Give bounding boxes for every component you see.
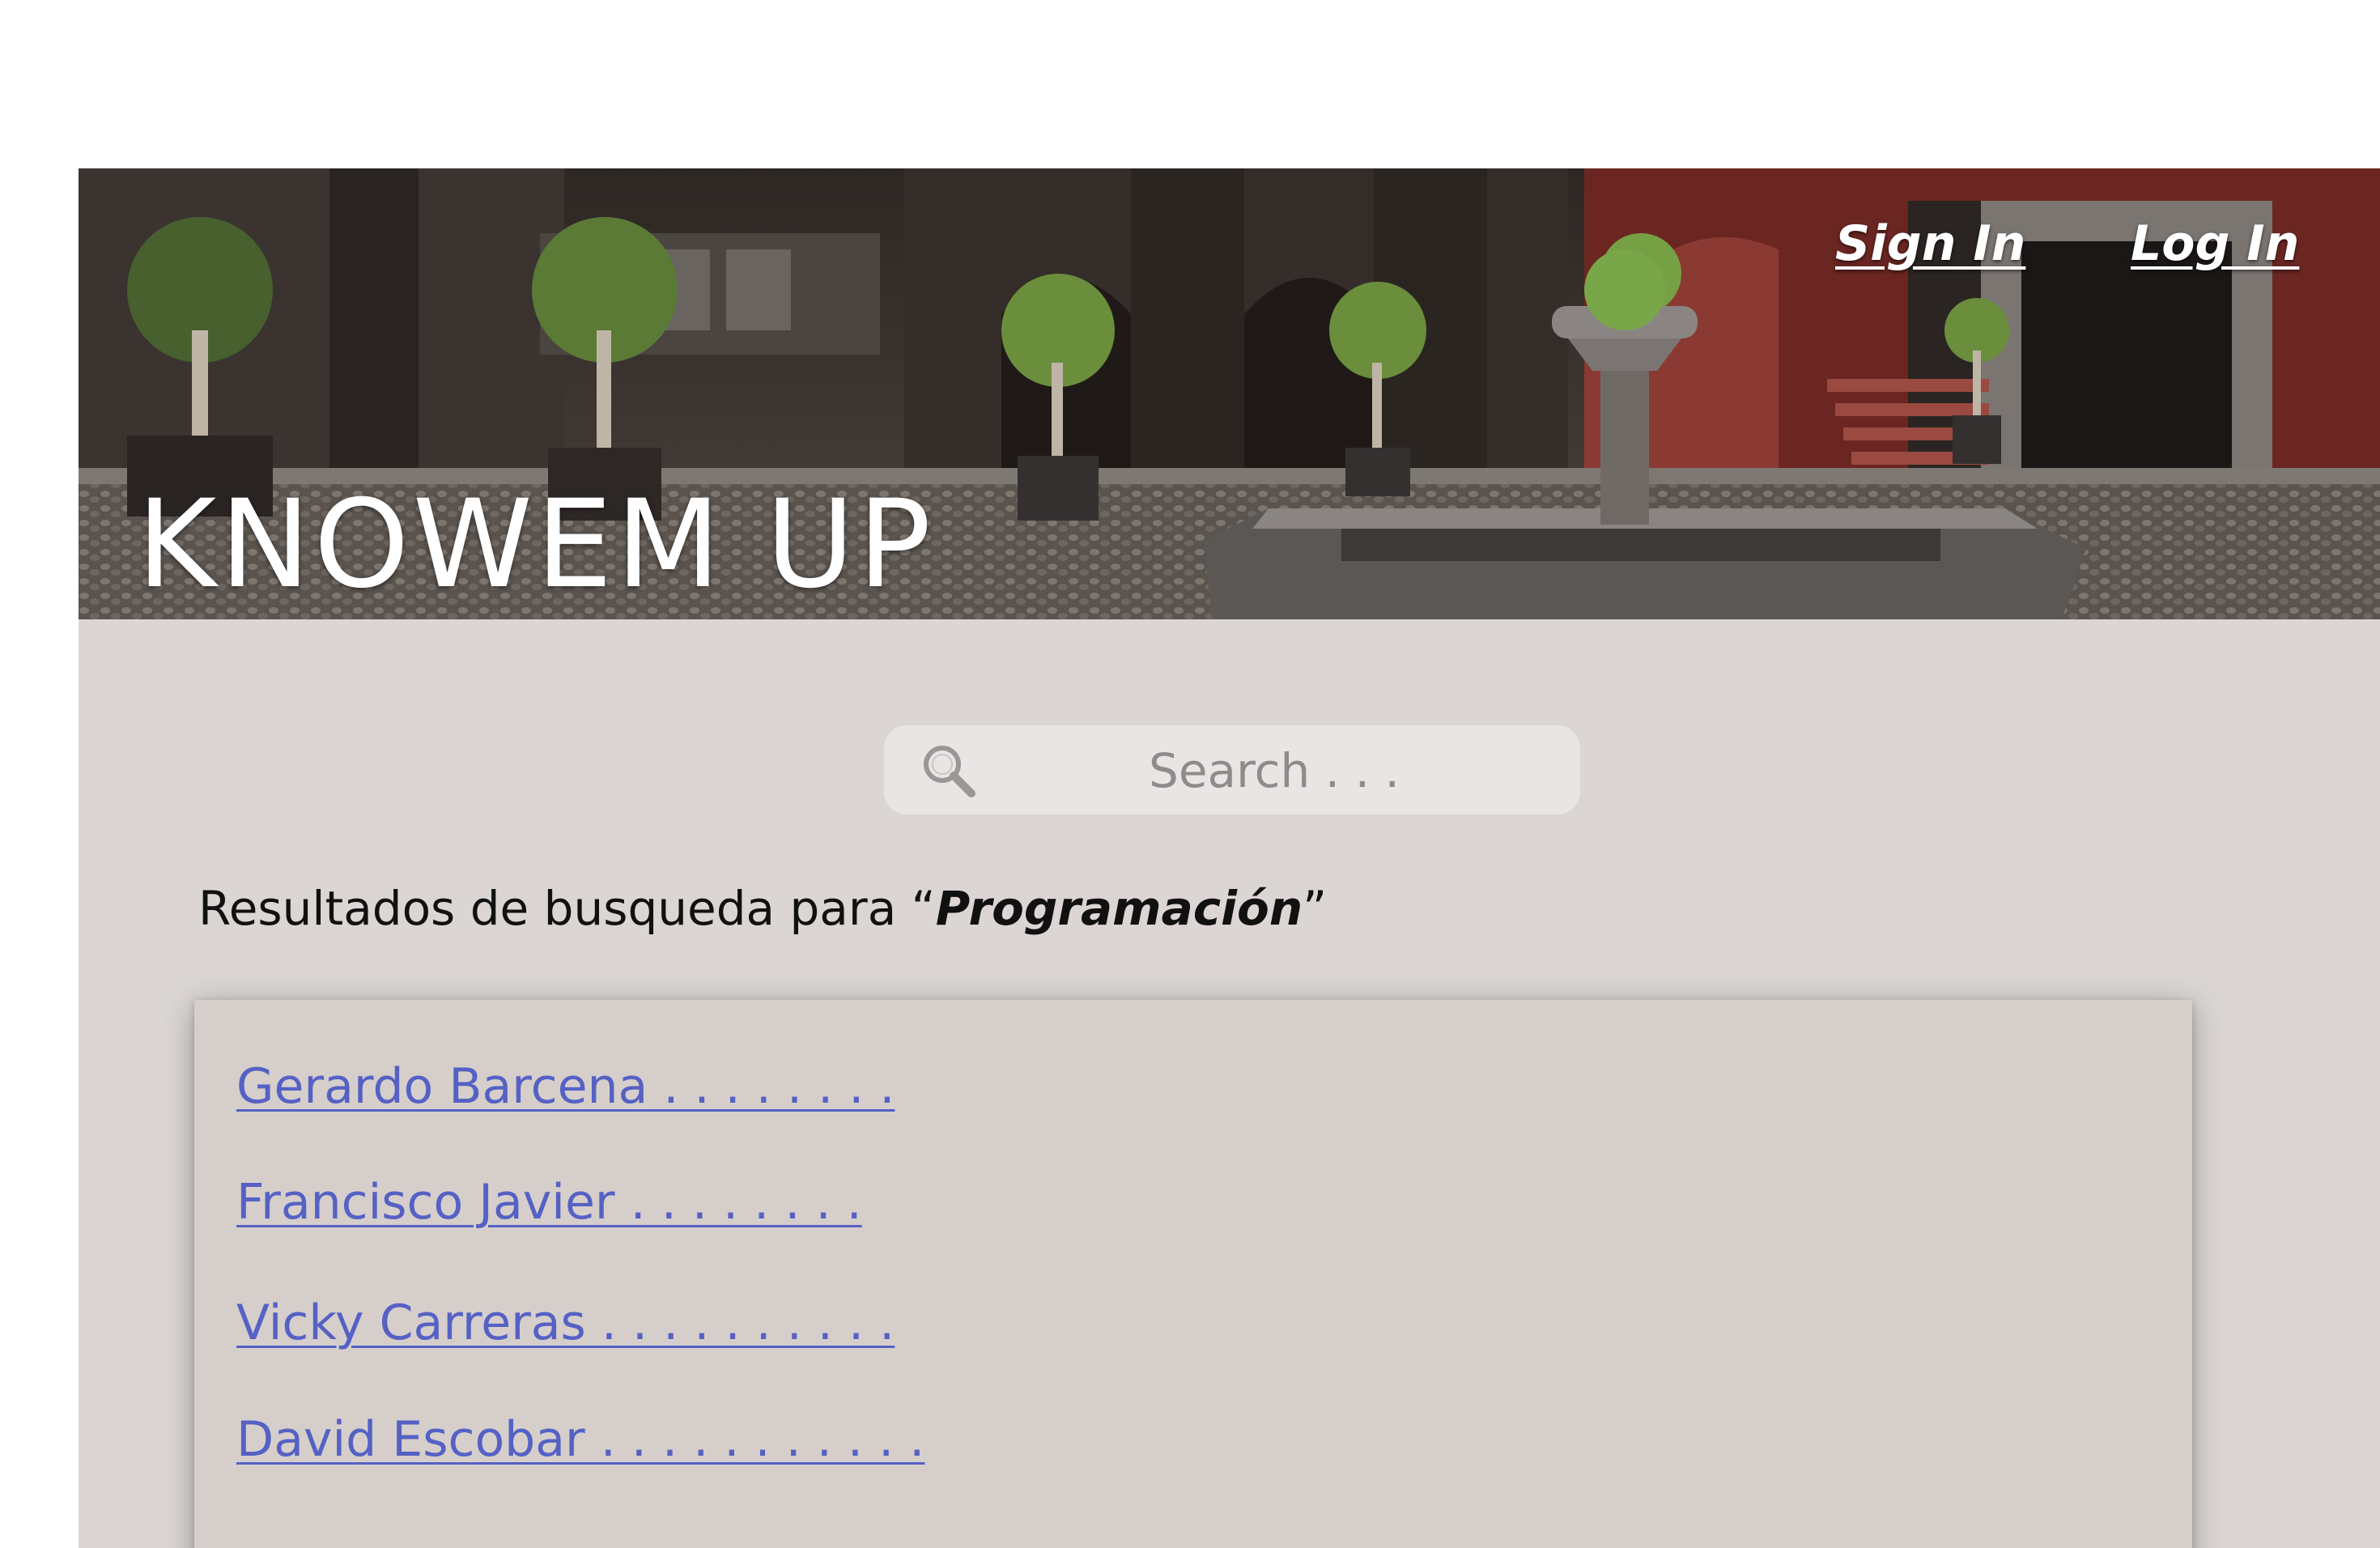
result-link-francisco-javier[interactable]: Francisco Javier . . . . . . . . bbox=[236, 1174, 862, 1231]
list-item: David Escobar . . . . . . . . . . . bbox=[236, 1411, 924, 1468]
list-item: Gerardo Barcena . . . . . . . . bbox=[236, 1058, 895, 1115]
site-title: KNOWEM UP bbox=[137, 474, 935, 615]
page: KNOWEM UP Sign In Log In Resultados de b… bbox=[0, 0, 2380, 1548]
result-link-gerardo-barcena[interactable]: Gerardo Barcena . . . . . . . . bbox=[236, 1058, 895, 1115]
results-panel: Gerardo Barcena . . . . . . . . Francisc… bbox=[194, 1000, 2192, 1548]
search-icon[interactable] bbox=[918, 740, 980, 802]
log-in-link[interactable]: Log In bbox=[2131, 215, 2299, 272]
list-item: Francisco Javier . . . . . . . . bbox=[236, 1174, 862, 1231]
search-query: Programación bbox=[935, 881, 1303, 936]
results-heading: Resultados de busqueda para “Programació… bbox=[198, 881, 1327, 936]
results-heading-prefix: Resultados de busqueda para “ bbox=[198, 881, 936, 936]
sign-in-link[interactable]: Sign In bbox=[1835, 215, 2025, 272]
content-area: KNOWEM UP Sign In Log In Resultados de b… bbox=[79, 168, 2380, 1548]
search-box[interactable] bbox=[884, 725, 1580, 816]
list-item: Vicky Carreras . . . . . . . . . . bbox=[236, 1295, 895, 1351]
hero-banner: KNOWEM UP Sign In Log In bbox=[79, 168, 2380, 619]
result-link-vicky-carreras[interactable]: Vicky Carreras . . . . . . . . . . bbox=[236, 1295, 895, 1351]
results-heading-suffix: ” bbox=[1303, 881, 1328, 936]
result-link-david-escobar[interactable]: David Escobar . . . . . . . . . . . bbox=[236, 1411, 924, 1468]
search-input[interactable] bbox=[989, 725, 1559, 816]
